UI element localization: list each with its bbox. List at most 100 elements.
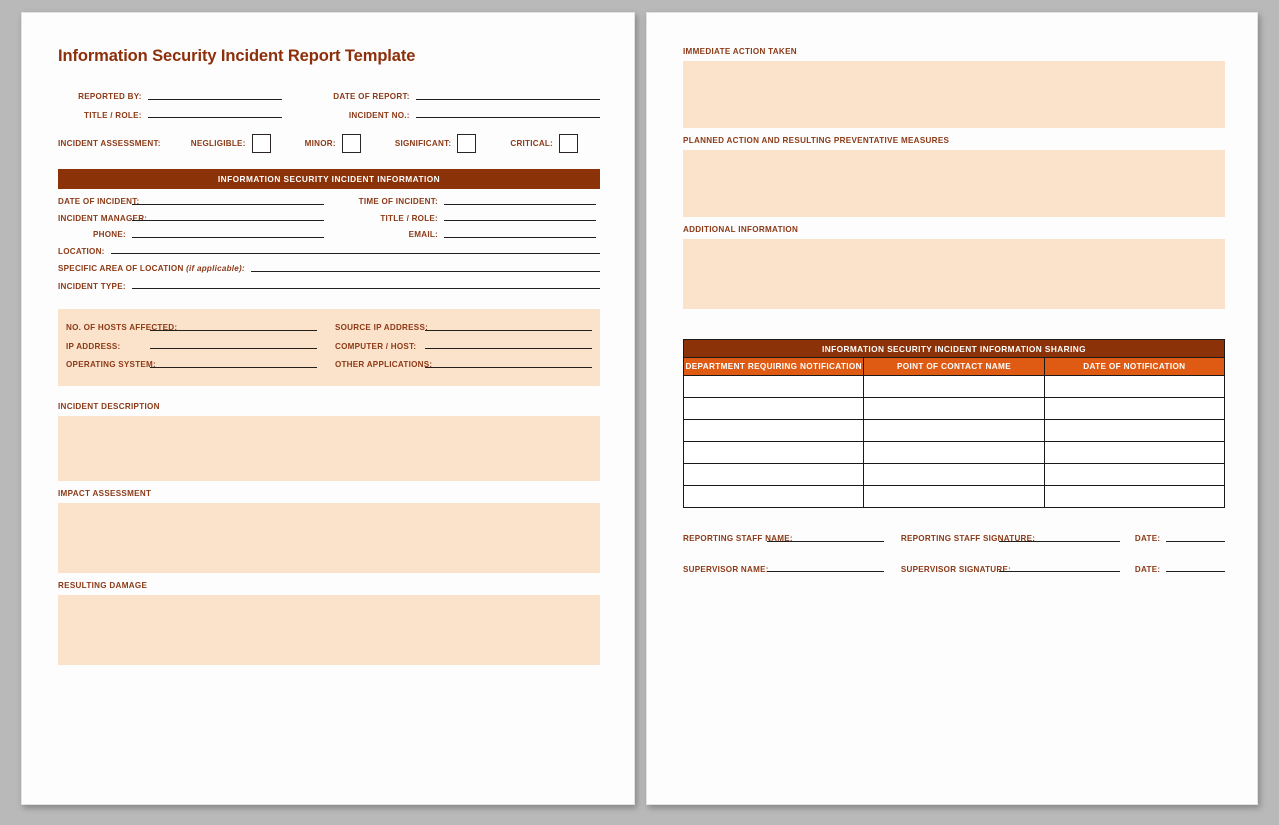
reporting-staff-date-label: DATE: [1134,534,1161,543]
impact-assessment-section: IMPACT ASSESSMENT [58,489,600,574]
planned-action-label: PLANNED ACTION AND RESULTING PREVENTATIV… [683,136,950,145]
incident-description-textarea[interactable] [58,416,600,482]
column-header-contact-name: POINT OF CONTACT NAME [863,357,1045,376]
source-ip-address-input[interactable] [424,329,592,331]
resulting-damage-section: RESULTING DAMAGE [58,581,600,666]
cell-contact-name[interactable] [863,485,1045,508]
email-label: EMAIL: [408,230,438,240]
other-applications-input[interactable] [424,366,592,369]
cell-department[interactable] [682,485,865,508]
supervisor-name-input[interactable] [767,570,885,573]
no-of-hosts-affected-input[interactable] [150,329,318,331]
immediate-action-textarea[interactable] [683,61,1225,128]
cell-contact-name[interactable] [863,397,1045,420]
page-left: Information Security Incident Report Tem… [21,12,635,805]
table-row [682,375,1226,398]
information-sharing-table: INFORMATION SECURITY INCIDENT INFORMATIO… [682,339,1226,508]
time-of-incident-input[interactable] [444,203,596,205]
operating-system-label: OPERATING SYSTEM: [66,360,156,370]
resulting-damage-label: RESULTING DAMAGE [58,581,148,591]
signature-row-supervisor: SUPERVISOR NAME: SUPERVISOR SIGNATURE: D… [683,565,1225,575]
date-of-report-input[interactable] [415,98,600,100]
cell-contact-name[interactable] [863,375,1045,398]
cell-department[interactable] [682,419,865,442]
cell-contact-name[interactable] [863,463,1045,486]
page-left-content: Information Security Incident Report Tem… [58,47,600,673]
host-details-row: IP ADDRESS: COMPUTER / HOST: [66,342,592,352]
table-title-row: INFORMATION SECURITY INCIDENT INFORMATIO… [683,339,1225,358]
reported-by-input[interactable] [147,98,283,100]
specific-area-input[interactable] [250,270,600,272]
cell-contact-name[interactable] [863,441,1045,464]
location-input[interactable] [110,252,600,255]
assessment-option-critical[interactable]: CRITICAL: [510,134,579,154]
phone-label: PHONE: [93,230,126,240]
cell-department[interactable] [682,463,865,486]
critical-label: CRITICAL: [510,138,554,148]
table-row [682,397,1226,420]
ip-address-input[interactable] [149,347,318,350]
incident-manager-label: INCIDENT MANAGER: [58,213,148,223]
host-details-row: OPERATING SYSTEM: OTHER APPLICATIONS: [66,360,592,370]
reporting-staff-name-label: REPORTING STAFF NAME: [683,534,793,543]
identification-row: REPORTED BY: DATE OF REPORT: [58,92,600,102]
other-applications-label: OTHER APPLICATIONS: [334,360,433,370]
table-row [682,419,1226,442]
computer-host-label: COMPUTER / HOST: [334,341,417,351]
manager-title-role-label: TITLE / ROLE: [380,213,438,223]
incident-type-input[interactable] [131,287,600,290]
incident-no-input[interactable] [415,116,600,119]
assessment-option-negligible[interactable]: NEGLIGIBLE: [191,134,271,154]
minor-checkbox[interactable] [341,134,361,154]
cell-department[interactable] [682,375,865,398]
assessment-option-minor[interactable]: MINOR: [305,134,361,154]
reporting-staff-signature-input[interactable] [998,540,1120,542]
specific-area-row: SPECIFIC AREA OF LOCATION (if applicable… [58,264,600,274]
supervisor-date-input[interactable] [1166,570,1225,573]
date-of-incident-input[interactable] [132,203,324,205]
no-of-hosts-affected-label: NO. OF HOSTS AFFECTED: [66,323,178,333]
supervisor-signature-label: SUPERVISOR SIGNATURE: [900,564,1012,574]
cell-date[interactable] [1043,485,1226,508]
resulting-damage-textarea[interactable] [58,595,600,666]
reporting-staff-date-input[interactable] [1166,540,1225,542]
incident-info-row: DATE OF INCIDENT: TIME OF INCIDENT: [58,197,600,207]
manager-title-role-input[interactable] [444,219,596,222]
incident-manager-input[interactable] [132,219,324,222]
email-input[interactable] [444,236,596,238]
column-header-department: DEPARTMENT REQUIRING NOTIFICATION [682,357,865,376]
sharing-table-title: INFORMATION SECURITY INCIDENT INFORMATIO… [683,339,1225,358]
page-right-content: IMMEDIATE ACTION TAKEN PLANNED ACTION AN… [682,47,1226,595]
incident-description-section: INCIDENT DESCRIPTION [58,402,600,482]
identification-row: TITLE / ROLE: INCIDENT NO.: [58,111,600,121]
specific-area-label: SPECIFIC AREA OF LOCATION (if applicable… [58,264,245,274]
title-role-input[interactable] [147,116,283,119]
cell-contact-name[interactable] [863,419,1045,442]
cell-date[interactable] [1043,441,1226,464]
reporting-staff-name-input[interactable] [767,540,885,542]
assessment-option-significant[interactable]: SIGNIFICANT: [395,134,477,154]
significant-checkbox[interactable] [457,134,477,154]
cell-date[interactable] [1043,419,1226,442]
cell-date[interactable] [1043,397,1226,420]
cell-department[interactable] [682,397,865,420]
supervisor-date-label: DATE: [1134,564,1161,574]
phone-input[interactable] [132,236,324,238]
impact-assessment-textarea[interactable] [58,503,600,574]
incident-assessment-row: INCIDENT ASSESSMENT: NEGLIGIBLE: MINOR: … [58,134,600,154]
cell-date[interactable] [1043,463,1226,486]
operating-system-input[interactable] [150,366,318,369]
cell-date[interactable] [1043,375,1226,398]
table-row [682,463,1226,486]
supervisor-signature-input[interactable] [998,570,1120,573]
additional-information-textarea[interactable] [683,239,1225,309]
negligible-checkbox[interactable] [251,134,271,154]
planned-action-textarea[interactable] [683,150,1225,217]
host-details-row: NO. OF HOSTS AFFECTED: SOURCE IP ADDRESS… [66,323,592,333]
table-row [682,485,1226,508]
cell-department[interactable] [682,441,865,464]
table-header-row: DEPARTMENT REQUIRING NOTIFICATION POINT … [682,357,1226,376]
signature-block: REPORTING STAFF NAME: REPORTING STAFF SI… [683,534,1225,574]
critical-checkbox[interactable] [559,134,579,154]
computer-host-input[interactable] [424,347,592,350]
